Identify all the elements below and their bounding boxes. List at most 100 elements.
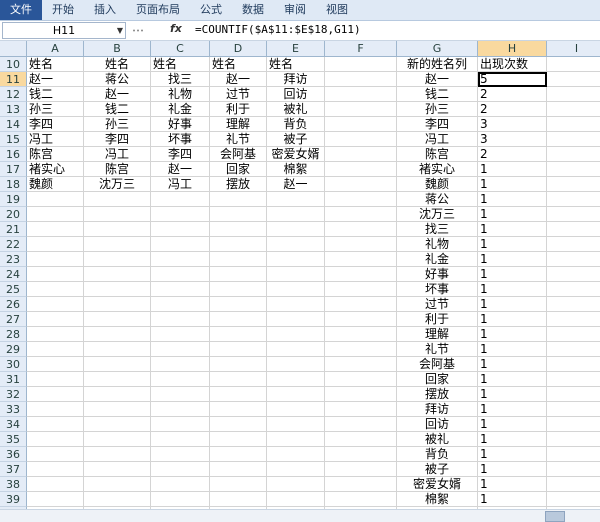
cell-g25[interactable]: 坏事 bbox=[397, 282, 478, 297]
cell-d14[interactable]: 理解 bbox=[210, 117, 267, 132]
cell-f11[interactable] bbox=[325, 72, 397, 87]
cell-d20[interactable] bbox=[210, 207, 267, 222]
cell-i13[interactable] bbox=[547, 102, 600, 117]
cell-h37[interactable]: 1 bbox=[478, 462, 547, 477]
cell-e38[interactable] bbox=[267, 477, 325, 492]
row-header-17[interactable]: 17 bbox=[0, 162, 27, 177]
cell-b24[interactable] bbox=[84, 267, 151, 282]
cell-e12[interactable]: 回访 bbox=[267, 87, 325, 102]
cell-a36[interactable] bbox=[27, 447, 84, 462]
cell-c16[interactable]: 李四 bbox=[151, 147, 210, 162]
cell-f34[interactable] bbox=[325, 417, 397, 432]
row-header-18[interactable]: 18 bbox=[0, 177, 27, 192]
cell-e31[interactable] bbox=[267, 372, 325, 387]
cell-f35[interactable] bbox=[325, 432, 397, 447]
cell-h19[interactable]: 1 bbox=[478, 192, 547, 207]
cell-e34[interactable] bbox=[267, 417, 325, 432]
cell-c12[interactable]: 礼物 bbox=[151, 87, 210, 102]
cell-e16[interactable]: 密爱女婿 bbox=[267, 147, 325, 162]
cell-d11[interactable]: 赵一 bbox=[210, 72, 267, 87]
cell-h14[interactable]: 3 bbox=[478, 117, 547, 132]
cell-b15[interactable]: 李四 bbox=[84, 132, 151, 147]
cell-c35[interactable] bbox=[151, 432, 210, 447]
row-header-29[interactable]: 29 bbox=[0, 342, 27, 357]
cell-g18[interactable]: 魏颜 bbox=[397, 177, 478, 192]
cell-a24[interactable] bbox=[27, 267, 84, 282]
row-header-31[interactable]: 31 bbox=[0, 372, 27, 387]
cell-b31[interactable] bbox=[84, 372, 151, 387]
cell-a31[interactable] bbox=[27, 372, 84, 387]
cell-c31[interactable] bbox=[151, 372, 210, 387]
cell-b25[interactable] bbox=[84, 282, 151, 297]
cell-i23[interactable] bbox=[547, 252, 600, 267]
cell-h17[interactable]: 1 bbox=[478, 162, 547, 177]
column-header-d[interactable]: D bbox=[210, 41, 267, 57]
tab-6[interactable]: 审阅 bbox=[274, 0, 316, 20]
tab-3[interactable]: 页面布局 bbox=[126, 0, 190, 20]
cell-i12[interactable] bbox=[547, 87, 600, 102]
cell-e28[interactable] bbox=[267, 327, 325, 342]
cell-d36[interactable] bbox=[210, 447, 267, 462]
cell-e27[interactable] bbox=[267, 312, 325, 327]
row-header-32[interactable]: 32 bbox=[0, 387, 27, 402]
cell-c20[interactable] bbox=[151, 207, 210, 222]
cell-g24[interactable]: 好事 bbox=[397, 267, 478, 282]
cell-i18[interactable] bbox=[547, 177, 600, 192]
cell-a27[interactable] bbox=[27, 312, 84, 327]
cell-d31[interactable] bbox=[210, 372, 267, 387]
cell-g27[interactable]: 利于 bbox=[397, 312, 478, 327]
cell-h20[interactable]: 1 bbox=[478, 207, 547, 222]
cell-b11[interactable]: 蒋公 bbox=[84, 72, 151, 87]
cell-i24[interactable] bbox=[547, 267, 600, 282]
cell-a17[interactable]: 褚实心 bbox=[27, 162, 84, 177]
cell-d12[interactable]: 过节 bbox=[210, 87, 267, 102]
cell-i10[interactable] bbox=[547, 57, 600, 72]
cell-c25[interactable] bbox=[151, 282, 210, 297]
tab-4[interactable]: 公式 bbox=[190, 0, 232, 20]
cell-g20[interactable]: 沈万三 bbox=[397, 207, 478, 222]
cell-a22[interactable] bbox=[27, 237, 84, 252]
cell-h23[interactable]: 1 bbox=[478, 252, 547, 267]
cell-i26[interactable] bbox=[547, 297, 600, 312]
cell-c10[interactable]: 姓名 bbox=[151, 57, 210, 72]
row-header-34[interactable]: 34 bbox=[0, 417, 27, 432]
row-header-20[interactable]: 20 bbox=[0, 207, 27, 222]
cell-b23[interactable] bbox=[84, 252, 151, 267]
cell-b19[interactable] bbox=[84, 192, 151, 207]
cell-h29[interactable]: 1 bbox=[478, 342, 547, 357]
cell-h36[interactable]: 1 bbox=[478, 447, 547, 462]
cell-a37[interactable] bbox=[27, 462, 84, 477]
cell-f24[interactable] bbox=[325, 267, 397, 282]
cell-b12[interactable]: 赵一 bbox=[84, 87, 151, 102]
cell-g35[interactable]: 被礼 bbox=[397, 432, 478, 447]
row-header-10[interactable]: 10 bbox=[0, 57, 27, 72]
cell-e37[interactable] bbox=[267, 462, 325, 477]
resize-handle-icon[interactable] bbox=[130, 24, 154, 37]
cell-h11[interactable]: 5 bbox=[478, 72, 547, 87]
cell-e22[interactable] bbox=[267, 237, 325, 252]
row-header-16[interactable]: 16 bbox=[0, 147, 27, 162]
cell-c19[interactable] bbox=[151, 192, 210, 207]
cell-e21[interactable] bbox=[267, 222, 325, 237]
cell-e25[interactable] bbox=[267, 282, 325, 297]
cell-a26[interactable] bbox=[27, 297, 84, 312]
cell-g30[interactable]: 会阿基 bbox=[397, 357, 478, 372]
cell-h24[interactable]: 1 bbox=[478, 267, 547, 282]
row-header-13[interactable]: 13 bbox=[0, 102, 27, 117]
cell-b30[interactable] bbox=[84, 357, 151, 372]
cell-a20[interactable] bbox=[27, 207, 84, 222]
cell-e39[interactable] bbox=[267, 492, 325, 507]
cell-e29[interactable] bbox=[267, 342, 325, 357]
tab-0[interactable]: 文件 bbox=[0, 0, 42, 20]
cell-i14[interactable] bbox=[547, 117, 600, 132]
cell-d10[interactable]: 姓名 bbox=[210, 57, 267, 72]
cell-f38[interactable] bbox=[325, 477, 397, 492]
horizontal-scrollbar[interactable] bbox=[0, 509, 600, 522]
cell-f20[interactable] bbox=[325, 207, 397, 222]
cell-e19[interactable] bbox=[267, 192, 325, 207]
cell-a23[interactable] bbox=[27, 252, 84, 267]
cell-h15[interactable]: 3 bbox=[478, 132, 547, 147]
cell-i38[interactable] bbox=[547, 477, 600, 492]
cell-e18[interactable]: 赵一 bbox=[267, 177, 325, 192]
cell-c27[interactable] bbox=[151, 312, 210, 327]
